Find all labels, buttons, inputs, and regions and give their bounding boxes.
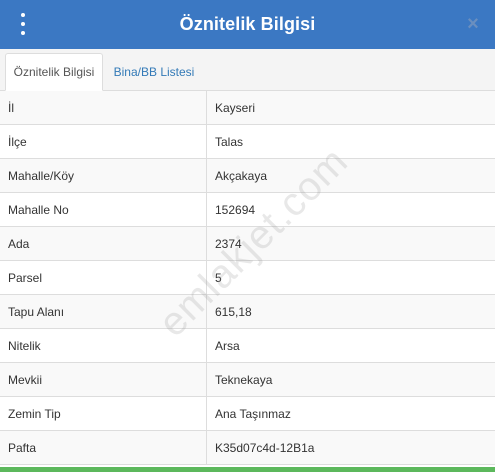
attribute-key: Pafta (0, 431, 207, 464)
table-row: Pafta K35d07c4d-12B1a (0, 431, 495, 465)
close-icon[interactable]: × (463, 14, 483, 34)
table-row: Nitelik Arsa (0, 329, 495, 363)
table-row: Zemin Tip Ana Taşınmaz (0, 397, 495, 431)
table-row: Ada 2374 (0, 227, 495, 261)
attribute-key: Ada (0, 227, 207, 260)
menu-dot (21, 13, 25, 17)
tab-bina-bb-listesi[interactable]: Bina/BB Listesi (106, 53, 202, 91)
attribute-value: 5 (215, 270, 222, 285)
attribute-value: Teknekaya (215, 372, 273, 387)
attribute-key: Parsel (0, 261, 207, 294)
table-row: İl Kayseri (0, 91, 495, 125)
attribute-value: 615,18 (215, 304, 252, 319)
attribute-value: Talas (215, 134, 244, 149)
kebab-menu-icon[interactable] (14, 13, 32, 35)
dialog-title: Öznitelik Bilgisi (179, 14, 316, 34)
menu-dot (21, 22, 25, 26)
attribute-value: Akçakaya (215, 168, 268, 183)
table-row: Mahalle No 152694 (0, 193, 495, 227)
table-row: Mevkii Teknekaya (0, 363, 495, 397)
attribute-key: Zemin Tip (0, 397, 207, 430)
table-row: Parsel 5 (0, 261, 495, 295)
dialog-header: Öznitelik Bilgisi × (0, 0, 495, 49)
table-row: Mahalle/Köy Akçakaya (0, 159, 495, 193)
table-row: Tapu Alanı 615,18 (0, 295, 495, 329)
attribute-value: Kayseri (215, 100, 256, 115)
attribute-key: İlçe (0, 125, 207, 158)
menu-dot (21, 31, 25, 35)
attribute-value: 152694 (215, 202, 256, 217)
attribute-value: 2374 (215, 236, 242, 251)
bottom-accent-bar (0, 467, 495, 472)
attribute-key: Mevkii (0, 363, 207, 396)
attribute-value: Arsa (215, 338, 240, 353)
attribute-key: Nitelik (0, 329, 207, 362)
attribute-key: Tapu Alanı (0, 295, 207, 328)
attribute-key: Mahalle No (0, 193, 207, 226)
attribute-key: Mahalle/Köy (0, 159, 207, 192)
tab-oznitelik-bilgisi[interactable]: Öznitelik Bilgisi (5, 53, 103, 91)
attribute-value: K35d07c4d-12B1a (215, 440, 315, 455)
table-row: İlçe Talas (0, 125, 495, 159)
attribute-key: İl (0, 91, 207, 124)
attribute-value: Ana Taşınmaz (215, 406, 291, 421)
attribute-table: İl Kayseri İlçe Talas Mahalle/Köy Akçakaya Mah… (0, 91, 495, 465)
tab-bar: Öznitelik Bilgisi Bina/BB Listesi (0, 49, 495, 91)
